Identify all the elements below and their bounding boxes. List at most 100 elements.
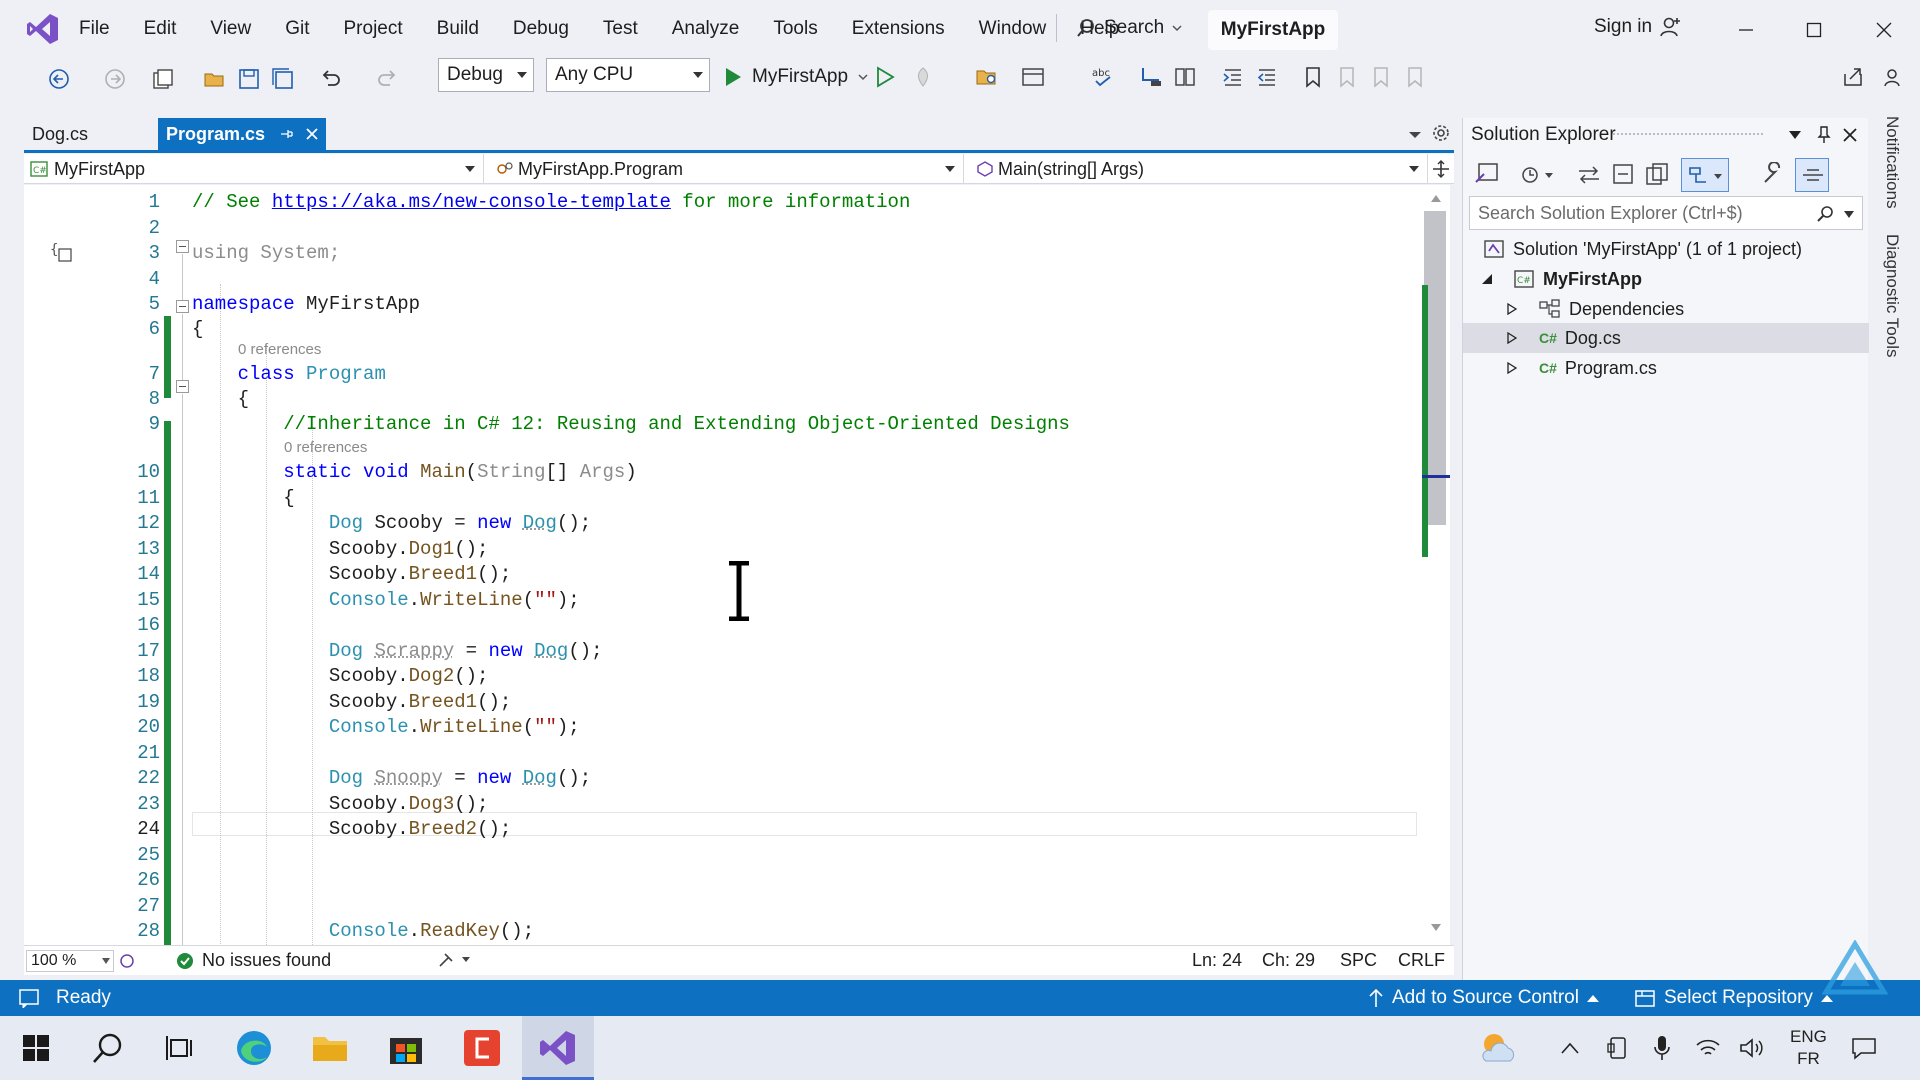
codelens-references[interactable]: 0 references: [238, 341, 321, 358]
minimize-button[interactable]: [1728, 12, 1764, 48]
menu-extensions[interactable]: Extensions: [835, 18, 962, 40]
quick-actions-icon[interactable]: {: [50, 240, 74, 266]
close-panel-icon[interactable]: [1843, 128, 1857, 142]
pin-icon[interactable]: [279, 127, 293, 141]
start-debugging-button[interactable]: MyFirstApp: [724, 62, 868, 92]
next-bookmark-button[interactable]: [1368, 64, 1394, 90]
add-to-source-control-button[interactable]: Add to Source Control: [1368, 987, 1599, 1009]
issues-indicator[interactable]: No issues found: [176, 950, 331, 971]
tab-program-cs[interactable]: Program.cs: [158, 118, 326, 150]
panel-grip[interactable]: [1613, 133, 1763, 137]
chevron-down-icon[interactable]: [1844, 211, 1854, 218]
collapse-all-icon[interactable]: [1611, 162, 1635, 186]
properties-wrench-icon[interactable]: [1761, 162, 1785, 186]
open-folder-button[interactable]: [202, 66, 228, 92]
save-all-button[interactable]: [270, 66, 296, 92]
menu-build[interactable]: Build: [420, 18, 496, 40]
file-explorer-button[interactable]: [308, 1026, 352, 1070]
undo-button[interactable]: [318, 66, 344, 92]
close-tab-icon[interactable]: [305, 127, 318, 141]
device-button[interactable]: [1596, 1026, 1640, 1070]
split-window-icon[interactable]: [1432, 160, 1450, 178]
intellicode-icon[interactable]: [118, 952, 136, 970]
volume-button[interactable]: [1730, 1026, 1774, 1070]
maximize-button[interactable]: [1796, 12, 1832, 48]
member-dropdown[interactable]: Main(string[] Args): [970, 154, 1428, 184]
new-item-button[interactable]: [150, 66, 176, 92]
code-cleanup-icon[interactable]: [436, 950, 474, 970]
notifications-tab[interactable]: Notifications: [1882, 116, 1902, 209]
feedback-button[interactable]: [1880, 64, 1906, 90]
menu-test[interactable]: Test: [586, 18, 655, 40]
network-button[interactable]: [1686, 1026, 1730, 1070]
hot-reload-button[interactable]: [910, 64, 936, 90]
code-link[interactable]: https://aka.ms/new-console-template: [272, 191, 671, 213]
save-button[interactable]: [236, 66, 262, 92]
task-view-button[interactable]: [158, 1026, 202, 1070]
fold-class-toggle[interactable]: [176, 300, 189, 313]
microphone-button[interactable]: [1640, 1026, 1684, 1070]
show-hidden-icons-button[interactable]: [1548, 1026, 1592, 1070]
ready-status[interactable]: Ready: [18, 987, 111, 1009]
solution-folder-button[interactable]: [974, 64, 1000, 90]
collapsed-arrow-icon[interactable]: [1507, 332, 1517, 344]
expanded-arrow-icon[interactable]: [1481, 273, 1493, 285]
project-dropdown[interactable]: C# MyFirstApp: [24, 154, 484, 184]
start-button[interactable]: [14, 1026, 58, 1070]
tree-dependencies[interactable]: Dependencies: [1507, 294, 1684, 324]
platform-dropdown[interactable]: Any CPU: [546, 58, 710, 92]
edge-button[interactable]: [232, 1026, 276, 1070]
nav-back-button[interactable]: [46, 66, 72, 92]
preview-toggle-button[interactable]: [1795, 158, 1829, 192]
taskbar-search-button[interactable]: [86, 1026, 130, 1070]
sign-in-button[interactable]: Sign in: [1594, 16, 1682, 38]
store-button[interactable]: [384, 1026, 428, 1070]
menu-git[interactable]: Git: [268, 18, 326, 40]
tree-project[interactable]: C# MyFirstApp: [1481, 264, 1642, 294]
whitespace-indicator[interactable]: SPC: [1340, 950, 1377, 971]
bookmark-button[interactable]: [1300, 64, 1326, 90]
menu-window[interactable]: Window: [962, 18, 1064, 40]
input-language-indicator[interactable]: ENG FR: [1790, 1026, 1827, 1070]
compare-button[interactable]: [1172, 64, 1198, 90]
close-window-button[interactable]: [1866, 12, 1902, 48]
visual-studio-taskbar-button[interactable]: [536, 1026, 580, 1070]
panel-options-icon[interactable]: [1789, 130, 1801, 140]
browse-button[interactable]: [1020, 64, 1046, 90]
tab-list-dropdown-icon[interactable]: [1408, 130, 1422, 140]
menu-analyze[interactable]: Analyze: [655, 18, 757, 40]
zoom-dropdown[interactable]: 100 %: [26, 950, 114, 972]
tree-solution[interactable]: Solution 'MyFirstApp' (1 of 1 project): [1483, 234, 1802, 264]
tab-dog-cs[interactable]: Dog.cs: [24, 118, 150, 150]
app-red-button[interactable]: [460, 1026, 504, 1070]
filter-button[interactable]: [1681, 158, 1729, 192]
column-indicator[interactable]: Ch: 29: [1262, 950, 1315, 971]
settings-gear-icon[interactable]: [1432, 124, 1450, 142]
diagnostic-tools-tab[interactable]: Diagnostic Tools: [1882, 234, 1902, 357]
menu-edit[interactable]: Edit: [127, 18, 194, 40]
scroll-up-icon[interactable]: [1430, 193, 1442, 203]
fold-namespace-toggle[interactable]: [176, 240, 189, 253]
menu-view[interactable]: View: [193, 18, 268, 40]
tree-dog-cs[interactable]: C# Dog.cs: [1507, 323, 1621, 353]
collapsed-arrow-icon[interactable]: [1507, 303, 1517, 315]
solution-search-input[interactable]: Search Solution Explorer (Ctrl+$): [1469, 196, 1863, 230]
configuration-dropdown[interactable]: Debug: [438, 58, 534, 92]
type-dropdown[interactable]: MyFirstApp.Program: [490, 154, 964, 184]
outdent-button[interactable]: [1254, 64, 1280, 90]
indent-button[interactable]: [1220, 64, 1246, 90]
pin-icon[interactable]: [1817, 126, 1831, 144]
spell-check-button[interactable]: abc: [1090, 64, 1116, 90]
sync-icon[interactable]: [1577, 164, 1601, 186]
tree-program-cs[interactable]: C# Program.cs: [1507, 353, 1657, 383]
search-box[interactable]: Search: [1056, 12, 1182, 44]
prev-bookmark-button[interactable]: [1334, 64, 1360, 90]
menu-debug[interactable]: Debug: [496, 18, 586, 40]
menu-file[interactable]: File: [62, 18, 127, 40]
clear-bookmarks-button[interactable]: [1402, 64, 1428, 90]
history-icon[interactable]: [1521, 164, 1555, 186]
menu-project[interactable]: Project: [327, 18, 420, 40]
collapsed-arrow-icon[interactable]: [1507, 362, 1517, 374]
line-indicator[interactable]: Ln: 24: [1192, 950, 1242, 971]
show-all-files-icon[interactable]: [1645, 162, 1669, 186]
